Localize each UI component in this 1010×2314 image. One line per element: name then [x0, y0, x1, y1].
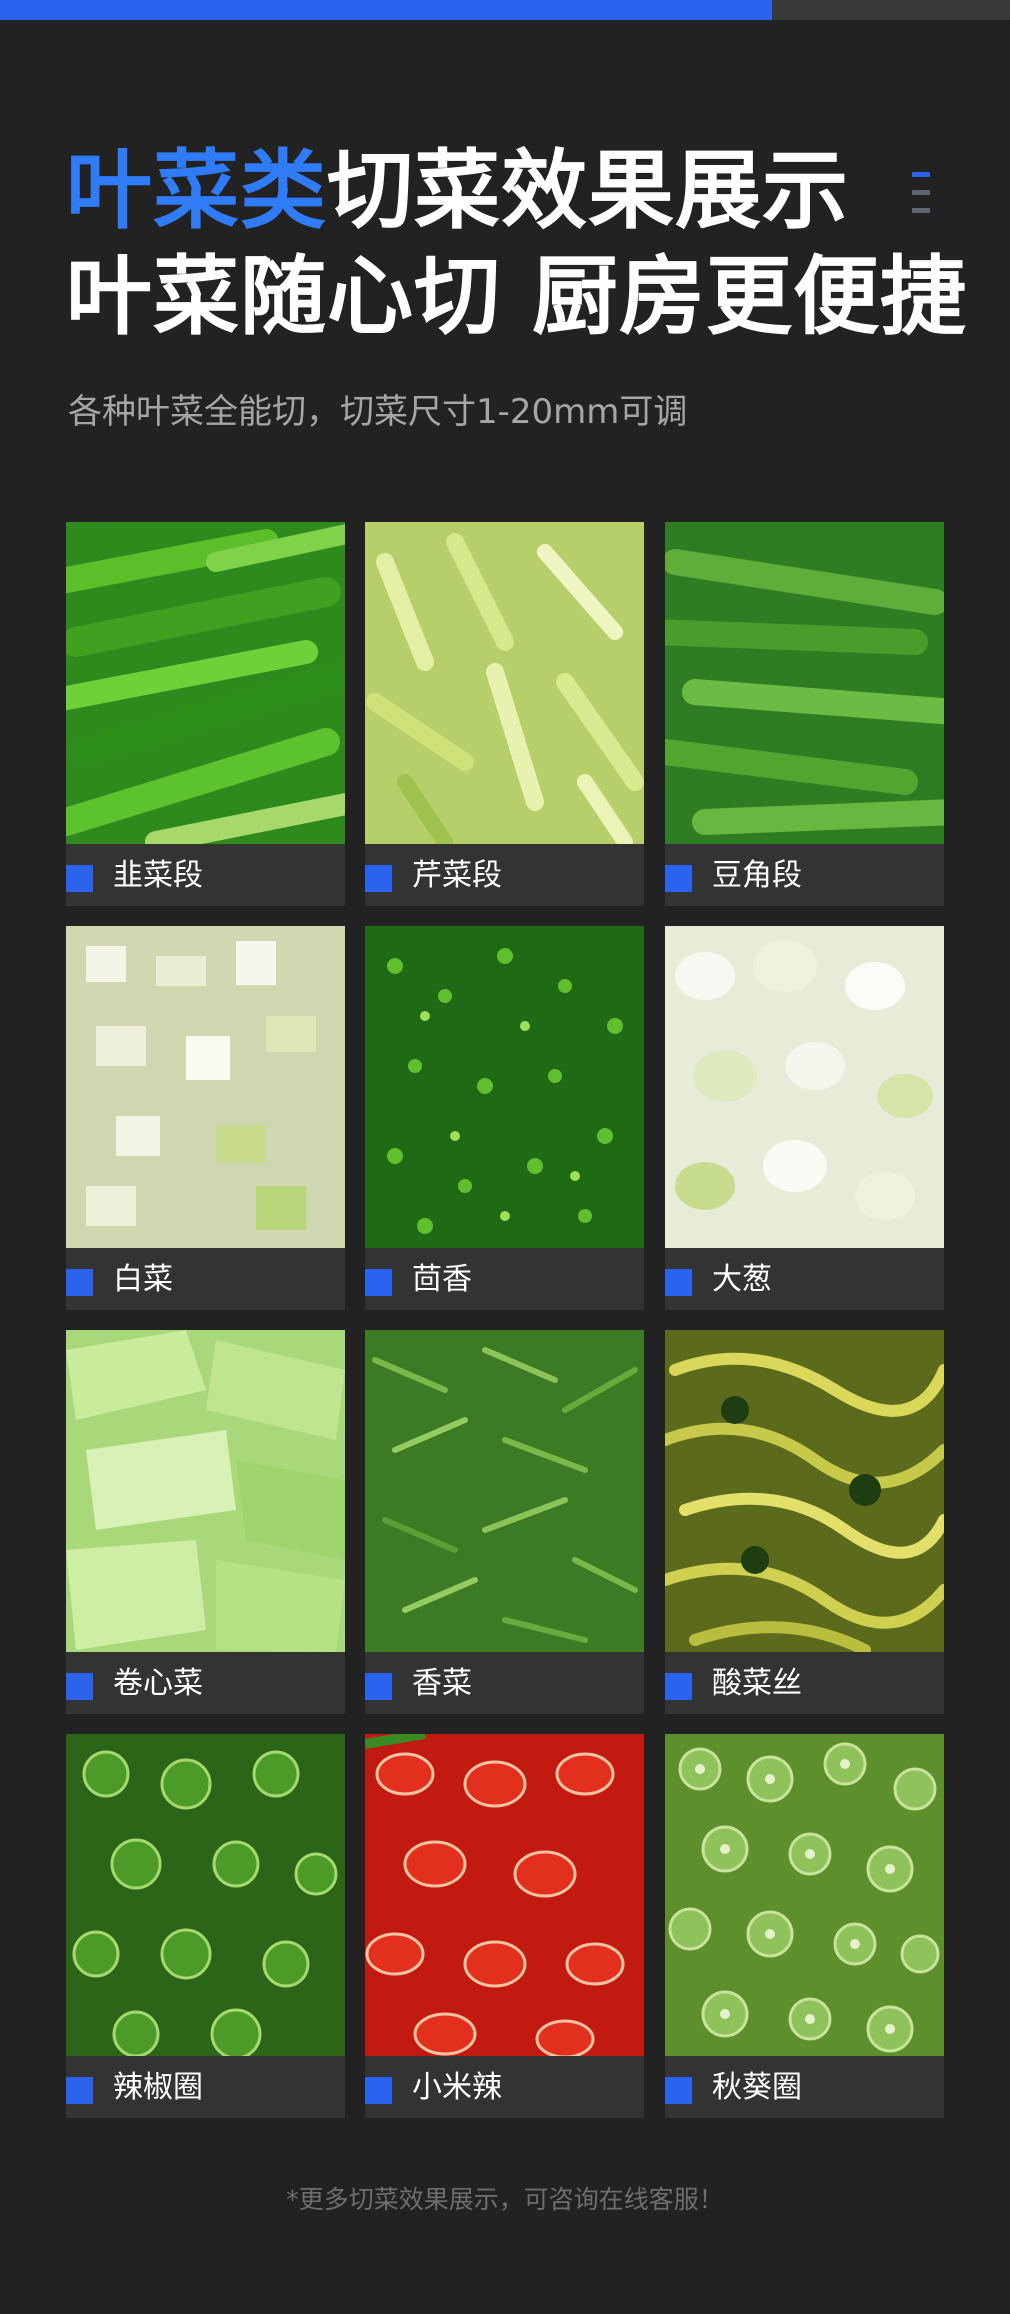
vegetable-label: 卷心菜 [113, 1666, 203, 1701]
vegetable-label: 香菜 [412, 1666, 472, 1701]
vegetable-label: 茴香 [412, 1262, 472, 1297]
vegetable-card: 酸菜丝 [665, 1330, 944, 1714]
chopped-fennel-photo [365, 926, 644, 1248]
progress-track [0, 0, 1010, 20]
vegetable-label: 酸菜丝 [712, 1666, 802, 1701]
green-bean-pieces-photo [665, 522, 944, 844]
cabbage-strips-photo [66, 1330, 345, 1652]
progress-fill [0, 0, 772, 20]
vegetable-card: 秋葵圈 [665, 1734, 944, 2118]
label-square [365, 865, 392, 892]
label-square [365, 2077, 392, 2104]
vegetable-label: 豆角段 [712, 858, 802, 893]
page-title: 叶菜类切菜效果展示 [66, 140, 849, 242]
red-chili-rings-photo [365, 1734, 644, 2056]
green-pepper-rings-photo [66, 1734, 345, 2056]
footnote: *更多切菜效果展示，可咨询在线客服！ [286, 2185, 724, 2214]
label-square [665, 2077, 692, 2104]
label-square [365, 1673, 392, 1700]
vegetable-card: 芹菜段 [365, 522, 644, 906]
chopped-celery-photo [365, 522, 644, 844]
chopped-chives-photo [66, 522, 345, 844]
page-title-line2: 叶菜随心切 厨房更便捷 [66, 247, 967, 347]
label-square [66, 2077, 93, 2104]
label-square [66, 1269, 93, 1296]
vegetable-label: 芹菜段 [412, 858, 502, 893]
label-square [365, 1269, 392, 1296]
vegetable-label: 大葱 [712, 1262, 772, 1297]
chopped-cabbage-photo [66, 926, 345, 1248]
vegetable-card: 豆角段 [665, 522, 944, 906]
vegetable-label: 白菜 [113, 1262, 173, 1297]
menu-icon[interactable] [912, 172, 930, 216]
label-square [66, 1673, 93, 1700]
label-square [665, 1269, 692, 1296]
vegetable-card: 小米辣 [365, 1734, 644, 2118]
label-square [665, 865, 692, 892]
vegetable-label: 韭菜段 [113, 858, 203, 893]
scallion-rings-photo [665, 926, 944, 1248]
vegetable-card: 卷心菜 [66, 1330, 345, 1714]
vegetable-card: 韭菜段 [66, 522, 345, 906]
vegetable-label: 小米辣 [412, 2070, 502, 2105]
vegetable-card: 白菜 [66, 926, 345, 1310]
vegetable-card: 辣椒圈 [66, 1734, 345, 2118]
page-subtitle: 各种叶菜全能切，切菜尺寸1-20mm可调 [68, 392, 688, 432]
vegetable-label: 辣椒圈 [113, 2070, 203, 2105]
chopped-cilantro-photo [365, 1330, 644, 1652]
okra-slices-photo [665, 1734, 944, 2056]
vegetable-card: 香菜 [365, 1330, 644, 1714]
vegetable-card: 大葱 [665, 926, 944, 1310]
title-rest: 切菜效果展示 [327, 141, 849, 241]
vegetable-label: 秋葵圈 [712, 2070, 802, 2105]
label-square [665, 1673, 692, 1700]
title-accent: 叶菜类 [66, 141, 327, 241]
vegetable-card: 茴香 [365, 926, 644, 1310]
pickled-cabbage-shreds-photo [665, 1330, 944, 1652]
label-square [66, 865, 93, 892]
